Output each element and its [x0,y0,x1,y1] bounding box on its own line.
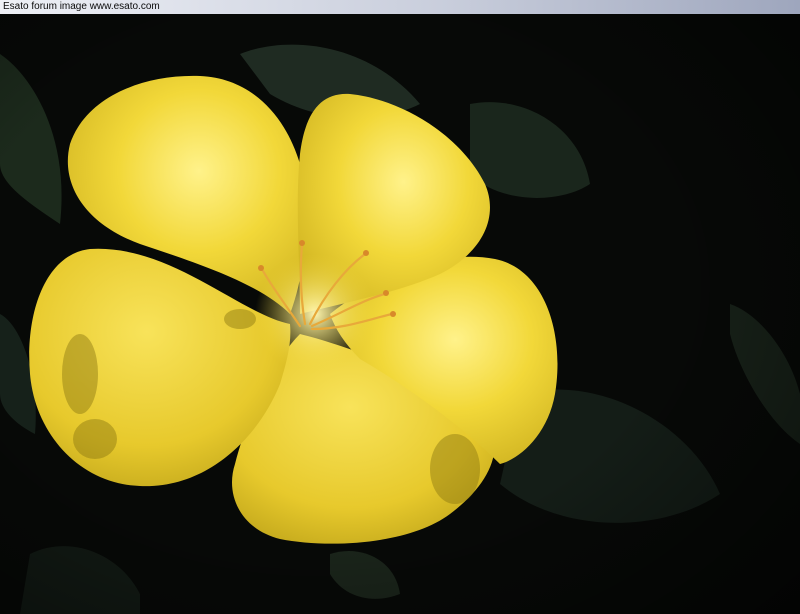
vignette [0,14,800,614]
image-frame: Esato forum image www.esato.com [0,0,800,614]
watermark-bar: Esato forum image www.esato.com [0,0,800,14]
flower-photo [0,14,800,614]
watermark-caption: Esato forum image www.esato.com [3,1,160,12]
